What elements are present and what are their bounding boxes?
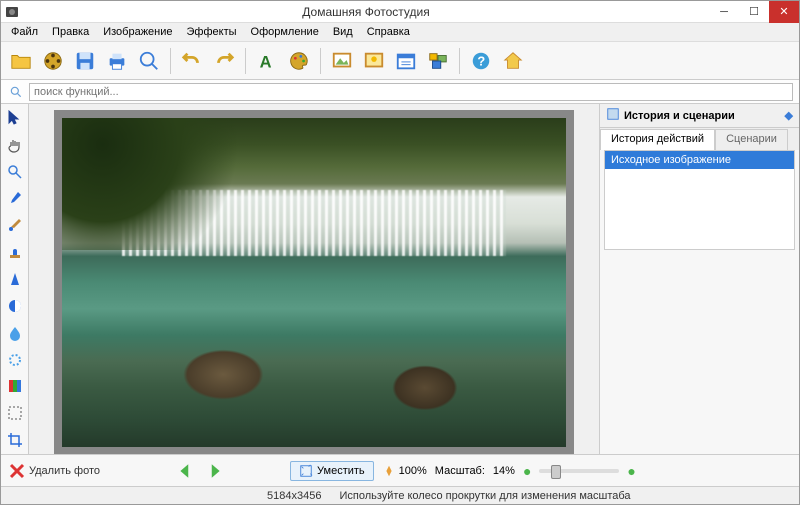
scale-value: 14%: [493, 465, 515, 477]
maximize-button[interactable]: ☐: [739, 1, 769, 23]
magnifier-tool-icon[interactable]: [5, 162, 25, 182]
smudge-tool-icon[interactable]: [5, 350, 25, 370]
open-folder-icon[interactable]: [7, 47, 35, 75]
color-bars-tool-icon[interactable]: [5, 376, 25, 396]
right-panel-title: История и сценарии: [624, 110, 735, 122]
photo-waterfall: [62, 118, 566, 447]
tab-history[interactable]: История действий: [600, 129, 715, 150]
help-icon[interactable]: ?: [467, 47, 495, 75]
text-icon[interactable]: A: [253, 47, 281, 75]
sharpen-tool-icon[interactable]: [5, 269, 25, 289]
marquee-tool-icon[interactable]: [5, 403, 25, 423]
print-icon[interactable]: [103, 47, 131, 75]
redo-icon[interactable]: [210, 47, 238, 75]
status-hint: Используйте колесо прокрутки для изменен…: [339, 490, 630, 502]
hand-tool-icon[interactable]: [5, 135, 25, 155]
window-title: Домашняя Фотостудия: [23, 5, 709, 19]
svg-text:A: A: [260, 53, 272, 71]
image-frame: [54, 110, 574, 455]
palette-icon[interactable]: [285, 47, 313, 75]
menu-help[interactable]: Справка: [361, 24, 416, 40]
function-search-input[interactable]: [29, 83, 793, 101]
home-icon[interactable]: [499, 47, 527, 75]
film-reel-icon[interactable]: [39, 47, 67, 75]
next-arrow-icon[interactable]: [204, 461, 224, 481]
app-icon: [1, 5, 23, 19]
save-icon[interactable]: [71, 47, 99, 75]
calendar-icon[interactable]: [392, 47, 420, 75]
crop-tool-icon[interactable]: [5, 430, 25, 450]
menu-file[interactable]: Файл: [5, 24, 44, 40]
menu-view[interactable]: Вид: [327, 24, 359, 40]
menu-bar: Файл Правка Изображение Эффекты Оформлен…: [1, 23, 799, 42]
zoom-100-label: 100%: [399, 465, 427, 477]
delete-photo-button[interactable]: Удалить фото: [9, 463, 100, 479]
picture-frame-icon[interactable]: [328, 47, 356, 75]
history-list[interactable]: Исходное изображение: [604, 150, 795, 250]
zoom-slider[interactable]: [539, 469, 619, 473]
menu-effects[interactable]: Эффекты: [181, 24, 243, 40]
stamp-tool-icon[interactable]: [5, 242, 25, 262]
history-item[interactable]: Исходное изображение: [605, 151, 794, 169]
svg-text:?: ?: [477, 53, 485, 68]
close-button[interactable]: ✕: [769, 1, 799, 23]
canvas-area[interactable]: [29, 104, 599, 461]
prev-arrow-icon[interactable]: [176, 461, 196, 481]
contrast-tool-icon[interactable]: [5, 296, 25, 316]
menu-design[interactable]: Оформление: [245, 24, 325, 40]
pointer-tool-icon[interactable]: [5, 108, 25, 128]
menu-image[interactable]: Изображение: [97, 24, 178, 40]
zoom-in-icon[interactable]: ●: [627, 463, 635, 479]
zoom-out-icon[interactable]: ●: [523, 463, 531, 479]
fit-button[interactable]: Уместить: [290, 461, 374, 481]
blur-tool-icon[interactable]: [5, 323, 25, 343]
sun-picture-icon[interactable]: [360, 47, 388, 75]
eyedropper-tool-icon[interactable]: [5, 189, 25, 209]
tab-scenarios[interactable]: Сценарии: [715, 129, 788, 150]
zoom-100-button[interactable]: 100%: [382, 464, 427, 478]
menu-edit[interactable]: Правка: [46, 24, 95, 40]
undo-icon[interactable]: [178, 47, 206, 75]
scale-label: Масштаб:: [435, 465, 485, 477]
collage-icon[interactable]: [424, 47, 452, 75]
brush-tool-icon[interactable]: [5, 215, 25, 235]
search-icon: [7, 85, 25, 99]
collapse-panel-icon[interactable]: ◆: [785, 109, 793, 122]
delete-photo-label: Удалить фото: [29, 465, 100, 477]
minimize-button[interactable]: ─: [709, 1, 739, 23]
left-tool-strip: [1, 104, 29, 454]
zoom-icon[interactable]: [135, 47, 163, 75]
book-icon: [606, 107, 620, 124]
fit-label: Уместить: [317, 465, 365, 477]
status-dimensions: 5184x3456: [267, 490, 321, 502]
main-toolbar: A ?: [1, 42, 799, 80]
